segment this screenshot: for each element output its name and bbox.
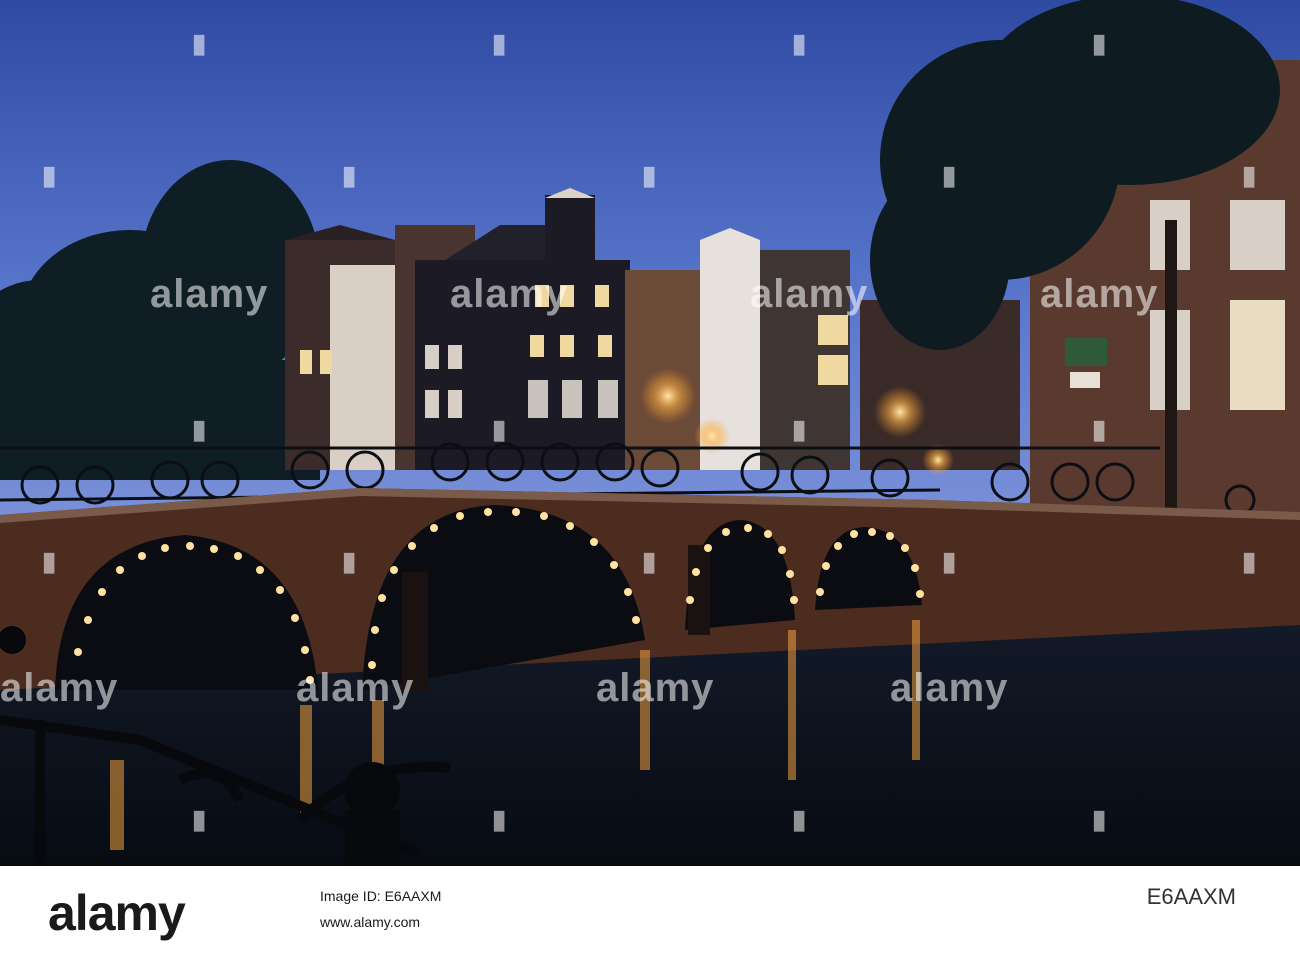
watermark-dot: ▮	[42, 160, 58, 190]
brand-logo[interactable]: alamy	[48, 884, 186, 942]
watermark-text: alamy	[890, 666, 1009, 710]
image-id-label: Image ID: E6AAXM	[320, 888, 442, 904]
watermark-dot: ▮	[1092, 804, 1108, 834]
footer-bar: alamy Image ID: E6AAXM www.alamy.com E6A…	[0, 866, 1300, 956]
watermark-dot: ▮	[492, 804, 508, 834]
watermark-text: alamy	[296, 666, 415, 710]
watermark-text: alamy	[750, 272, 869, 316]
watermark-dot: ▮	[942, 160, 958, 190]
watermark-dot: ▮	[192, 414, 208, 444]
watermark-text: alamy	[0, 666, 119, 710]
site-url[interactable]: www.alamy.com	[320, 914, 420, 930]
watermark-dot: ▮	[1242, 546, 1258, 576]
watermark-text: alamy	[150, 272, 269, 316]
watermark-dot: ▮	[942, 546, 958, 576]
watermark-dot: ▮	[42, 546, 58, 576]
watermark-dot: ▮	[792, 28, 808, 58]
watermark-dot: ▮	[1092, 28, 1108, 58]
watermark-dot: ▮	[342, 160, 358, 190]
watermark-dot: ▮	[642, 160, 658, 190]
image-id: E6AAXM	[1146, 884, 1236, 909]
watermark-dot: ▮	[642, 546, 658, 576]
watermark-dot: ▮	[492, 414, 508, 444]
watermark-text: alamy	[596, 666, 715, 710]
watermark-dot: ▮	[1092, 414, 1108, 444]
watermark-dot: ▮	[342, 546, 358, 576]
watermark-dot: ▮	[192, 804, 208, 834]
watermark-dot: ▮	[192, 28, 208, 58]
watermark-text: alamy	[450, 272, 569, 316]
watermark-dot: ▮	[1242, 160, 1258, 190]
watermark-dot: ▮	[492, 28, 508, 58]
watermark-dot: ▮	[792, 414, 808, 444]
photo: ▮ ▮ ▮ ▮ ▮ ▮ ▮ ▮ ▮ alamy alamy alamy alam…	[0, 0, 1300, 866]
watermark-dot: ▮	[792, 804, 808, 834]
watermark-text: alamy	[1040, 272, 1159, 316]
